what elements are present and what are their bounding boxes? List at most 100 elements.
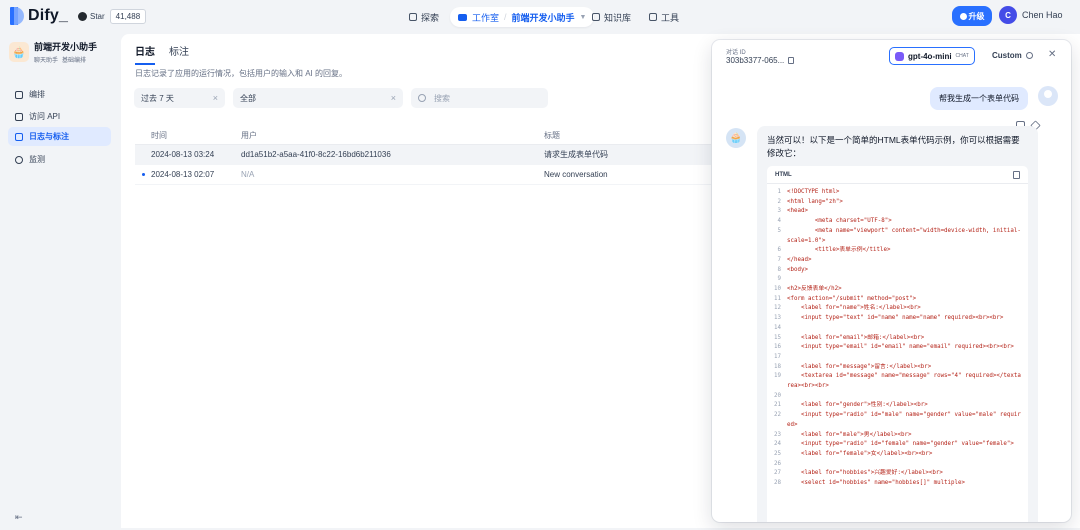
code-line: 4 <meta charset="UTF-8"> bbox=[773, 217, 1022, 227]
sidebar-item-logs[interactable]: 日志与标注 bbox=[8, 127, 111, 146]
nav-studio-label: 工作室 bbox=[472, 12, 500, 23]
nav-explore[interactable]: 探索 bbox=[409, 7, 439, 27]
current-app-selector[interactable]: 前端开发小助手 bbox=[512, 11, 575, 24]
code-line: 7 </head> bbox=[773, 256, 1022, 266]
log-tabs: 日志 标注 bbox=[135, 43, 189, 65]
code-line: 6 <title>表单示例</title> bbox=[773, 246, 1022, 256]
collapse-sidebar-icon[interactable]: ⇤ bbox=[15, 512, 23, 523]
nav-tools[interactable]: 工具 bbox=[649, 7, 679, 27]
page-description: 日志记录了应用的运行情况，包括用户的输入和 AI 的回复。 bbox=[135, 69, 348, 78]
code-language: HTML bbox=[775, 171, 792, 178]
code-line: 18 <label for="message">留言:</label><br> bbox=[773, 363, 1022, 373]
top-bar: Dify_ Star 41,488 探索 工作室 / 前端开发小助手 ▼ 知识库… bbox=[0, 0, 1080, 34]
sidebar-item-label: 日志与标注 bbox=[29, 132, 69, 141]
conversation-id-label: 对话 ID bbox=[726, 50, 746, 56]
line-text: <body> bbox=[787, 266, 808, 273]
line-number: 28 bbox=[774, 480, 781, 487]
code-line: 28 <select id="hobbies" name="hobbies[]"… bbox=[773, 479, 1022, 489]
code-line: 13 <input type="text" id="name" name="na… bbox=[773, 314, 1022, 324]
nav-studio[interactable]: 工作室 / 前端开发小助手 ▼ bbox=[450, 7, 595, 27]
row-title: 请求生成表单代码 bbox=[544, 150, 608, 159]
sidebar-item-label: 监测 bbox=[29, 155, 45, 164]
code-line: 10 <h2>反馈表单</h2> bbox=[773, 285, 1022, 295]
upgrade-button[interactable]: 升级 bbox=[952, 6, 992, 26]
line-text: <input type="text" id="name" name="name"… bbox=[787, 315, 1004, 322]
code-line: 11 <form action="/submit" method="post"> bbox=[773, 295, 1022, 305]
table-row[interactable]: 2024-08-13 03:24 dd1a51b2-a5aa-41f0-8c22… bbox=[135, 145, 715, 165]
code-line: 8 <body> bbox=[773, 266, 1022, 276]
search-placeholder: 搜索 bbox=[434, 93, 450, 103]
upgrade-label: 升级 bbox=[968, 11, 985, 21]
table-row[interactable]: 2024-08-13 02:07 N/A New conversation bbox=[135, 165, 715, 185]
line-number: 7 bbox=[777, 256, 782, 263]
conversation-id-value: 303b3377-065... bbox=[726, 56, 785, 65]
sidebar-item-api[interactable]: 访问 API bbox=[8, 107, 111, 126]
search-input[interactable]: 搜索 bbox=[411, 88, 548, 108]
status-filter[interactable]: 全部 × bbox=[233, 88, 403, 108]
tab-annotations[interactable]: 标注 bbox=[169, 43, 189, 65]
line-text: <label for="gender">性别:</label><br> bbox=[787, 402, 928, 409]
status-filter-value: 全部 bbox=[240, 93, 256, 103]
sidebar-item-monitor[interactable]: 监测 bbox=[8, 150, 111, 169]
line-text: <input type="radio" id="female" name="ge… bbox=[787, 441, 1014, 448]
line-number: 27 bbox=[774, 470, 781, 477]
code-content: 1 <!DOCTYPE html> 2 <html lang="zh"> 3 <head>… bbox=[767, 184, 1028, 489]
github-star-widget[interactable]: Star 41,488 bbox=[76, 8, 147, 25]
line-text: <!DOCTYPE html> bbox=[787, 189, 840, 195]
info-icon bbox=[1025, 52, 1033, 59]
code-line: 14 bbox=[773, 324, 1022, 334]
line-text: <label for="female">女</label><br><br> bbox=[787, 450, 933, 457]
github-star-button[interactable]: Star bbox=[76, 12, 110, 21]
user-message: 帮我生成一个表单代码 bbox=[930, 87, 1028, 110]
nav-knowledge[interactable]: 知识库 bbox=[592, 7, 631, 27]
sparkle-icon bbox=[959, 12, 967, 20]
copy-icon[interactable] bbox=[788, 57, 795, 64]
line-text: <head> bbox=[787, 208, 808, 215]
code-line: 26 bbox=[773, 460, 1022, 470]
line-number: 16 bbox=[774, 344, 781, 351]
tab-logs[interactable]: 日志 bbox=[135, 43, 155, 65]
bot-avatar: 🧁 bbox=[726, 128, 746, 148]
clear-icon[interactable]: × bbox=[391, 93, 396, 103]
copy-code-icon[interactable] bbox=[1013, 170, 1020, 179]
line-text: <select id="hobbies" name="hobbies[]" mu… bbox=[787, 480, 965, 487]
code-line: 23 <label for="male">男</label><br> bbox=[773, 431, 1022, 441]
line-number: 15 bbox=[774, 334, 781, 341]
table-header: 时间 用户 标题 bbox=[135, 126, 715, 145]
dify-logo[interactable]: Dify_ bbox=[10, 7, 68, 25]
code-line: 25 <label for="female">女</label><br><br> bbox=[773, 450, 1022, 460]
bot-message: 当然可以！以下是一个简单的HTML表单代码示例，你可以根据需要修改它： HTML… bbox=[757, 126, 1038, 522]
nav-knowledge-label: 知识库 bbox=[604, 12, 632, 23]
line-number: 12 bbox=[774, 305, 781, 312]
period-filter[interactable]: 过去 7 天 × bbox=[134, 88, 225, 108]
code-line: 15 <label for="email">邮箱:</label><br> bbox=[773, 334, 1022, 344]
app-icon: 🧁 bbox=[9, 42, 29, 62]
code-line: 3 <head> bbox=[773, 207, 1022, 217]
github-icon bbox=[78, 12, 87, 21]
line-number: 25 bbox=[774, 450, 781, 457]
clear-icon[interactable]: × bbox=[213, 93, 218, 103]
line-text: <input type="email" id="email" name="ema… bbox=[787, 344, 1014, 351]
code-block: HTML 1 <!DOCTYPE html> 2 <html lang="zh"> 3 <… bbox=[767, 166, 1028, 522]
code-line: 21 <label for="gender">性别:</label><br> bbox=[773, 401, 1022, 411]
line-text: <label for="name">姓名:</label><br> bbox=[787, 305, 921, 312]
line-text: <input type="radio" id="male" name="gend… bbox=[787, 412, 1021, 428]
model-badge[interactable]: gpt-4o-mini CHAT bbox=[889, 47, 975, 65]
file-list-icon bbox=[15, 132, 23, 141]
code-line: 19 <textarea id="message" name="message"… bbox=[773, 372, 1022, 391]
app-info-card[interactable]: 🧁 前端开发小助手 聊天助手 基础编排 bbox=[9, 40, 97, 64]
sidebar-item-orchestrate[interactable]: 编排 bbox=[8, 85, 111, 104]
star-count: 41,488 bbox=[109, 9, 147, 24]
line-number: 26 bbox=[774, 460, 781, 467]
column-time: 时间 bbox=[151, 130, 167, 140]
conversation-id: 303b3377-065... bbox=[726, 56, 795, 65]
line-text: <h2>反馈表单</h2> bbox=[787, 286, 842, 293]
model-provider-icon bbox=[895, 51, 904, 61]
line-number: 3 bbox=[777, 208, 782, 215]
column-user: 用户 bbox=[241, 130, 257, 140]
close-icon[interactable]: ✕ bbox=[1048, 49, 1056, 60]
custom-params[interactable]: Custom bbox=[992, 51, 1033, 60]
user-menu[interactable]: C Chen Hao bbox=[999, 6, 1063, 24]
row-user: dd1a51b2-a5aa-41f0-8c22-16bd6b211036 bbox=[241, 150, 391, 159]
model-name: gpt-4o-mini bbox=[908, 51, 952, 61]
